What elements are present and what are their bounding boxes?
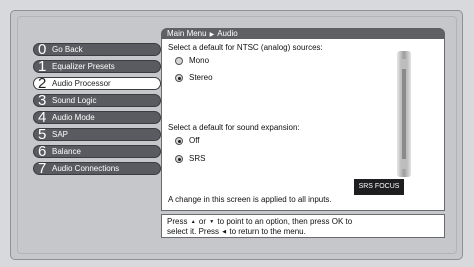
menu-item-audio-processor[interactable]: 2 Audio Processor bbox=[33, 75, 161, 92]
expansion-prompt: Select a default for sound expansion: bbox=[168, 123, 300, 132]
menu-item-balance[interactable]: 6 Balance bbox=[33, 143, 161, 160]
breadcrumb: Main Menu ▶ Audio bbox=[161, 28, 445, 39]
breadcrumb-root: Main Menu bbox=[167, 29, 207, 38]
menu-item-label: Audio Connections bbox=[52, 164, 120, 173]
menu-item-label: Audio Processor bbox=[52, 79, 111, 88]
arrow-up-icon: ▲ bbox=[190, 219, 196, 225]
menu-item-number: 2 bbox=[38, 75, 47, 92]
menu-item-number: 4 bbox=[38, 109, 47, 126]
breadcrumb-arrow-icon: ▶ bbox=[209, 32, 215, 38]
menu-item-number: 5 bbox=[38, 126, 47, 143]
menu-item-equalizer-presets[interactable]: 1 Equalizer Presets bbox=[33, 58, 161, 75]
audio-processor-panel: Select a default for NTSC (analog) sourc… bbox=[161, 39, 445, 211]
menu-item-sound-logic[interactable]: 3 Sound Logic bbox=[33, 92, 161, 109]
menu-item-label: Go Back bbox=[52, 45, 83, 54]
menu-item-label: Sound Logic bbox=[52, 96, 97, 105]
arrow-down-icon: ▼ bbox=[209, 219, 215, 225]
menu-item-label: SAP bbox=[52, 130, 69, 139]
help-line-1: Press ▲ or ▼ to point to an option, then… bbox=[167, 217, 439, 227]
menu-item-sap[interactable]: 5 SAP bbox=[33, 126, 161, 143]
inputs-note: A change in this screen is applied to al… bbox=[168, 195, 332, 204]
menu-item-audio-connections[interactable]: 7 Audio Connections bbox=[33, 160, 161, 177]
help-text-segment: to return to the menu. bbox=[229, 227, 306, 236]
menu-item-number: 1 bbox=[38, 58, 47, 75]
menu-item-number: 7 bbox=[38, 160, 47, 177]
help-line-2: select it. Press ◀ to return to the menu… bbox=[167, 227, 439, 237]
arrow-left-icon: ◀ bbox=[222, 229, 227, 235]
menu-item-number: 3 bbox=[38, 92, 47, 109]
menu-item-label: Equalizer Presets bbox=[52, 62, 115, 71]
help-text-segment: select it. Press bbox=[167, 227, 220, 236]
help-text-segment: to point to an option, then press OK to bbox=[217, 217, 353, 226]
help-text: Press ▲ or ▼ to point to an option, then… bbox=[161, 214, 445, 238]
radio-srs[interactable] bbox=[175, 155, 183, 163]
radio-stereo-label: Stereo bbox=[189, 73, 213, 82]
menu-item-number: 6 bbox=[38, 143, 47, 160]
radio-srs-label: SRS bbox=[189, 154, 206, 163]
radio-off[interactable] bbox=[175, 137, 183, 145]
ntsc-prompt: Select a default for NTSC (analog) sourc… bbox=[168, 43, 323, 52]
srs-focus-graphic-icon bbox=[397, 51, 411, 177]
srs-focus-badge: SRS FOCUS bbox=[354, 179, 404, 195]
help-text-segment: or bbox=[198, 217, 206, 226]
radio-stereo[interactable] bbox=[175, 74, 183, 82]
radio-off-label: Off bbox=[189, 136, 200, 145]
radio-mono[interactable] bbox=[175, 57, 183, 65]
menu-item-label: Audio Mode bbox=[52, 113, 95, 122]
menu-item-audio-mode[interactable]: 4 Audio Mode bbox=[33, 109, 161, 126]
help-text-segment: Press bbox=[167, 217, 188, 226]
menu-item-go-back[interactable]: 0 Go Back bbox=[33, 41, 161, 58]
menu-item-number: 0 bbox=[38, 41, 47, 58]
audio-menu: 0 Go Back 1 Equalizer Presets 2 Audio Pr… bbox=[33, 41, 161, 179]
radio-mono-label: Mono bbox=[189, 56, 210, 65]
menu-item-label: Balance bbox=[52, 147, 81, 156]
breadcrumb-current: Audio bbox=[217, 29, 238, 38]
